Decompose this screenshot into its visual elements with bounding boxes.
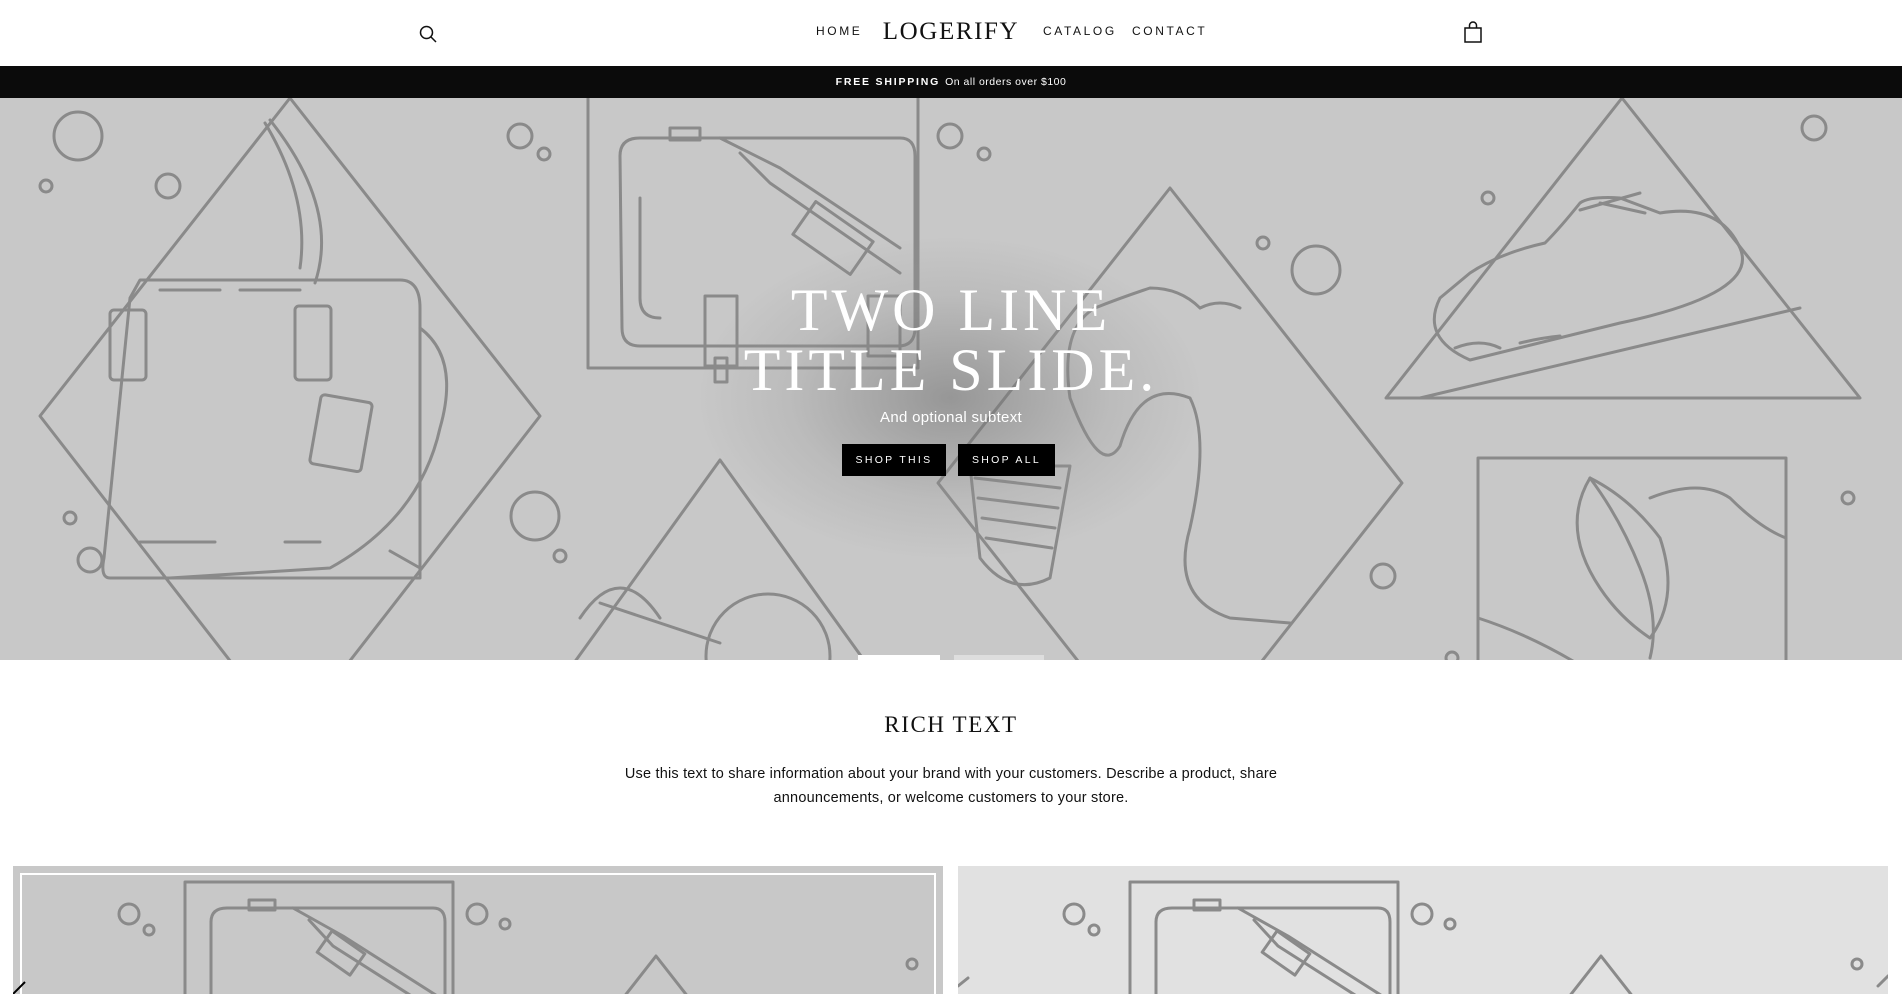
hero-title-line-1: TWO LINE (790, 277, 1112, 343)
nav-contact-link[interactable]: CONTACT (1132, 23, 1207, 39)
hero-title-line-2: TITLE SLIDE. (743, 337, 1159, 403)
cart-icon[interactable] (1461, 20, 1485, 46)
announcement-text: On all orders over $100 (945, 76, 1067, 88)
hero-slideshow: TWO LINE TITLE SLIDE. And optional subte… (0, 98, 1902, 660)
nav-catalog-link[interactable]: CATALOG (1043, 23, 1117, 39)
slide-indicator-1[interactable] (858, 655, 940, 660)
rich-text-body: Use this text to share information about… (600, 762, 1302, 810)
site-logo[interactable]: LOGERIFY (880, 14, 1022, 50)
slide-indicator-2[interactable] (954, 655, 1044, 660)
collection-tile-1[interactable] (13, 866, 943, 994)
collection-tile-1-illustration (13, 873, 936, 994)
search-icon[interactable] (416, 22, 440, 46)
hero-title: TWO LINE TITLE SLIDE. (651, 280, 1251, 400)
hero-subtext: And optional subtext (880, 409, 1022, 426)
rich-text-line-1: Use this text to share information about… (624, 766, 1278, 782)
nav-home-link[interactable]: HOME (816, 23, 862, 39)
shop-all-button[interactable]: SHOP ALL (958, 444, 1055, 476)
announcement-bold-text: FREE SHIPPING (835, 76, 941, 88)
announcement-bar: FREE SHIPPING On all orders over $100 (0, 66, 1902, 98)
collection-tile-2-illustration (958, 880, 1888, 994)
rich-text-line-2: announcements, or welcome customers to y… (773, 790, 1129, 806)
shop-this-button[interactable]: SHOP THIS (842, 444, 946, 476)
collection-tile-2[interactable] (958, 866, 1888, 994)
site-header: HOME LOGERIFY CATALOG CONTACT (0, 0, 1902, 66)
rich-text-heading: RICH TEXT (884, 712, 1018, 737)
